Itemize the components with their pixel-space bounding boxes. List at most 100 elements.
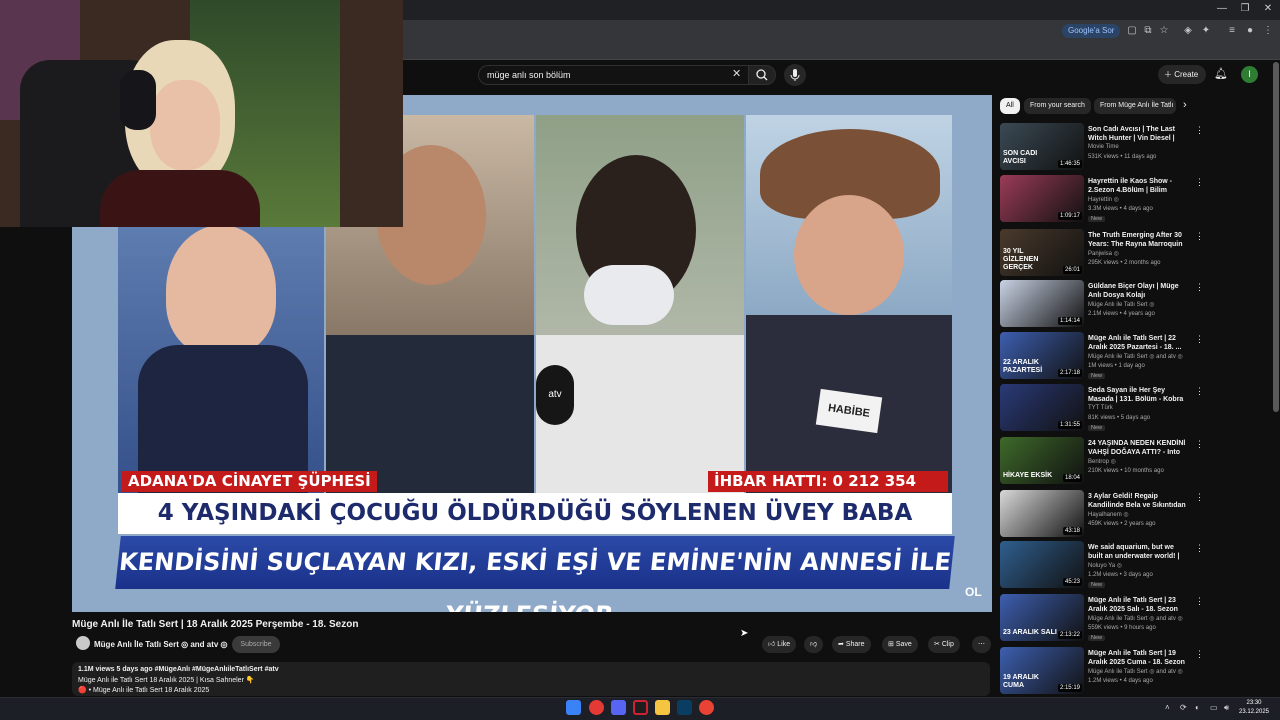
- chevron-right-icon[interactable]: ›: [1183, 99, 1187, 111]
- discord-icon[interactable]: [611, 700, 626, 715]
- more-options-icon[interactable]: ⋮: [1195, 439, 1204, 450]
- more-options-icon[interactable]: ⋮: [1195, 125, 1204, 136]
- recommendation-channel[interactable]: Noluyo Ya ◎: [1088, 562, 1122, 569]
- recommendation-item[interactable]: 22 ARALIK PAZARTESİ 2:17:18 Müge Anlı ile …: [1000, 332, 1270, 382]
- recommendation-thumbnail[interactable]: 1:31:55: [1000, 384, 1084, 431]
- recommendation-thumbnail[interactable]: 43:18: [1000, 490, 1084, 537]
- recommendation-channel[interactable]: Hayrettin ◎: [1088, 196, 1119, 203]
- recommendation-title[interactable]: 3 Aylar Geldi! Regaip Kandilinde Bela ve…: [1088, 492, 1190, 510]
- clear-search-icon[interactable]: ✕: [732, 67, 741, 80]
- notifications-bell-icon[interactable]: 🔔︎: [1214, 67, 1228, 80]
- steam-icon[interactable]: [677, 700, 692, 715]
- tray-app-icon[interactable]: ◐: [1195, 703, 1200, 712]
- clock-date[interactable]: 23.12.2025: [1238, 709, 1270, 715]
- recommendation-item[interactable]: 1:09:17 Hayrettin ile Kaos Show - 2.Sezon…: [1000, 175, 1270, 225]
- chip-from-channel[interactable]: From Müge Anlı İle Tatlı: [1094, 98, 1176, 114]
- recommendation-channel[interactable]: Müge Anlı ile Tatlı Sert ◎ and atv ◎: [1088, 353, 1183, 360]
- like-button[interactable]: 👍︎ Like: [762, 636, 797, 653]
- more-actions-button[interactable]: ⋯: [972, 636, 991, 653]
- save-button[interactable]: ⊞ Save: [882, 636, 918, 653]
- recommendation-item[interactable]: SON CADI AVCISI 1:46:35 Son Cadı Avcısı | …: [1000, 123, 1270, 173]
- recommendation-title[interactable]: Seda Sayan ile Her Şey Masada | 131. Böl…: [1088, 386, 1190, 404]
- extension-icon[interactable]: ◈: [1181, 24, 1195, 38]
- dislike-button[interactable]: 👎︎: [804, 636, 824, 653]
- maximize-button[interactable]: ❐: [1233, 3, 1257, 14]
- recommendation-title[interactable]: Güldane Biçer Olayı | Müge Anlı Dosya Ko…: [1088, 282, 1190, 300]
- channel-name[interactable]: Müge Anlı İle Tatlı Sert ◎ and atv ◎: [94, 640, 228, 649]
- profile-icon[interactable]: ●: [1243, 24, 1257, 38]
- recommendation-channel[interactable]: TYT Türk: [1088, 405, 1113, 411]
- voice-search-button[interactable]: [784, 64, 806, 86]
- recommendation-thumbnail[interactable]: 19 ARALIK CUMA 2:15:19: [1000, 647, 1084, 694]
- recommendation-title[interactable]: Müge Anlı ile Tatlı Sert | 19 Aralık 202…: [1088, 649, 1190, 667]
- more-options-icon[interactable]: ⋮: [1195, 386, 1204, 397]
- recommendation-thumbnail[interactable]: SON CADI AVCISI 1:46:35: [1000, 123, 1084, 170]
- bookmark-star-icon[interactable]: ☆: [1157, 24, 1171, 38]
- chip-all[interactable]: All: [1000, 98, 1020, 114]
- recommendation-title[interactable]: The Truth Emerging After 30 Years: The R…: [1088, 231, 1190, 249]
- google-ask-extension[interactable]: Google'a Sor: [1062, 24, 1121, 38]
- opera-icon[interactable]: [589, 700, 604, 715]
- search-button[interactable]: [748, 65, 776, 85]
- recommendation-thumbnail[interactable]: HİKAYE EKSİK 18:04: [1000, 437, 1084, 484]
- create-button[interactable]: ＋ Create: [1158, 65, 1206, 84]
- recommendation-channel[interactable]: Müge Anlı ile Tatlı Sert ◎ and atv ◎: [1088, 668, 1183, 675]
- recommendation-item[interactable]: HİKAYE EKSİK 18:04 24 YAŞINDA NEDEN KENDİN…: [1000, 437, 1270, 487]
- recommendation-channel[interactable]: Bentrop ◎: [1088, 458, 1116, 465]
- clock-time[interactable]: 23:30: [1238, 700, 1270, 706]
- recommendation-thumbnail[interactable]: 22 ARALIK PAZARTESİ 2:17:18: [1000, 332, 1084, 379]
- network-icon[interactable]: ▭: [1210, 703, 1218, 712]
- recommendation-thumbnail[interactable]: 23 ARALIK SALI 2:13:22: [1000, 594, 1084, 641]
- search-input[interactable]: müge anlı son bölüm: [478, 65, 750, 85]
- more-options-icon[interactable]: ⋮: [1195, 596, 1204, 607]
- chrome-icon[interactable]: [699, 700, 714, 715]
- recommendation-item[interactable]: 19 ARALIK CUMA 2:15:19 Müge Anlı ile Tatlı…: [1000, 647, 1270, 697]
- recommendation-title[interactable]: We said aquarium, but we built an underw…: [1088, 543, 1190, 561]
- recommendation-title[interactable]: 24 YAŞINDA NEDEN KENDİNİ VAHŞİ DOĞAYA AT…: [1088, 439, 1190, 457]
- close-window-button[interactable]: ✕: [1256, 3, 1280, 14]
- recommendation-channel[interactable]: Müge Anlı ile Tatlı Sert ◎: [1088, 301, 1155, 308]
- more-options-icon[interactable]: ⋮: [1195, 334, 1204, 345]
- puzzle-icon[interactable]: ✦: [1199, 24, 1213, 38]
- recommendation-thumbnail[interactable]: 45:23: [1000, 541, 1084, 588]
- windows-start-icon[interactable]: [566, 700, 581, 715]
- recommendation-item[interactable]: 1:31:55 Seda Sayan ile Her Şey Masada | 1…: [1000, 384, 1270, 434]
- obs-icon[interactable]: [633, 700, 648, 715]
- recommendation-item[interactable]: 1:14:14 Güldane Biçer Olayı | Müge Anlı D…: [1000, 280, 1270, 330]
- more-options-icon[interactable]: ⋮: [1195, 492, 1204, 503]
- recommendation-channel[interactable]: Müge Anlı ile Tatlı Sert ◎ and atv ◎: [1088, 615, 1183, 622]
- tray-sync-icon[interactable]: ⟳: [1180, 703, 1187, 712]
- account-avatar[interactable]: I: [1241, 66, 1258, 83]
- recommendation-item[interactable]: 45:23 We said aquarium, but we built an u…: [1000, 541, 1270, 591]
- tray-chevron-icon[interactable]: ˄: [1165, 703, 1170, 712]
- recommendation-item[interactable]: 30 YIL GİZLENEN GERÇEK 26:01 The Truth Eme…: [1000, 229, 1270, 279]
- recommendation-item[interactable]: 43:18 3 Aylar Geldi! Regaip Kandilinde Be…: [1000, 490, 1270, 540]
- more-options-icon[interactable]: ⋮: [1195, 231, 1204, 242]
- subscribe-button[interactable]: Subscribe: [232, 636, 280, 653]
- more-options-icon[interactable]: ⋮: [1195, 649, 1204, 660]
- recommendation-title[interactable]: Müge Anlı ile Tatlı Sert | 23 Aralık 202…: [1088, 596, 1190, 614]
- install-icon[interactable]: ▢: [1125, 24, 1139, 38]
- recommendation-channel[interactable]: Hayalhanem ◎: [1088, 511, 1129, 518]
- recommendation-thumbnail[interactable]: 1:14:14: [1000, 280, 1084, 327]
- minimize-button[interactable]: —: [1210, 3, 1234, 14]
- share-button[interactable]: ➦ Share: [832, 636, 871, 653]
- recommendation-channel[interactable]: Panjwisa ◎: [1088, 250, 1119, 257]
- more-options-icon[interactable]: ⋮: [1195, 177, 1204, 188]
- tab-search-icon[interactable]: ≡: [1225, 24, 1239, 38]
- recommendation-thumbnail[interactable]: 1:09:17: [1000, 175, 1084, 222]
- more-options-icon[interactable]: ⋮: [1195, 543, 1204, 554]
- recommendation-title[interactable]: Müge Anlı ile Tatlı Sert | 22 Aralık 202…: [1088, 334, 1190, 352]
- recommendation-channel[interactable]: Movie Time: [1088, 144, 1119, 150]
- recommendation-thumbnail[interactable]: 30 YIL GİZLENEN GERÇEK 26:01: [1000, 229, 1084, 276]
- scrollbar[interactable]: [1273, 62, 1279, 412]
- file-explorer-icon[interactable]: [655, 700, 670, 715]
- channel-avatar[interactable]: [76, 636, 90, 650]
- clip-button[interactable]: ✂ Clip: [928, 636, 960, 653]
- more-options-icon[interactable]: ⋮: [1195, 282, 1204, 293]
- translate-icon[interactable]: ⧉: [1141, 24, 1155, 38]
- recommendation-title[interactable]: Hayrettin ile Kaos Show - 2.Sezon 4.Bölü…: [1088, 177, 1190, 195]
- volume-icon[interactable]: 🔊︎: [1224, 703, 1229, 713]
- recommendation-item[interactable]: 23 ARALIK SALI 2:13:22 Müge Anlı ile Tatlı…: [1000, 594, 1270, 644]
- chip-from-your-search[interactable]: From your search: [1024, 98, 1091, 114]
